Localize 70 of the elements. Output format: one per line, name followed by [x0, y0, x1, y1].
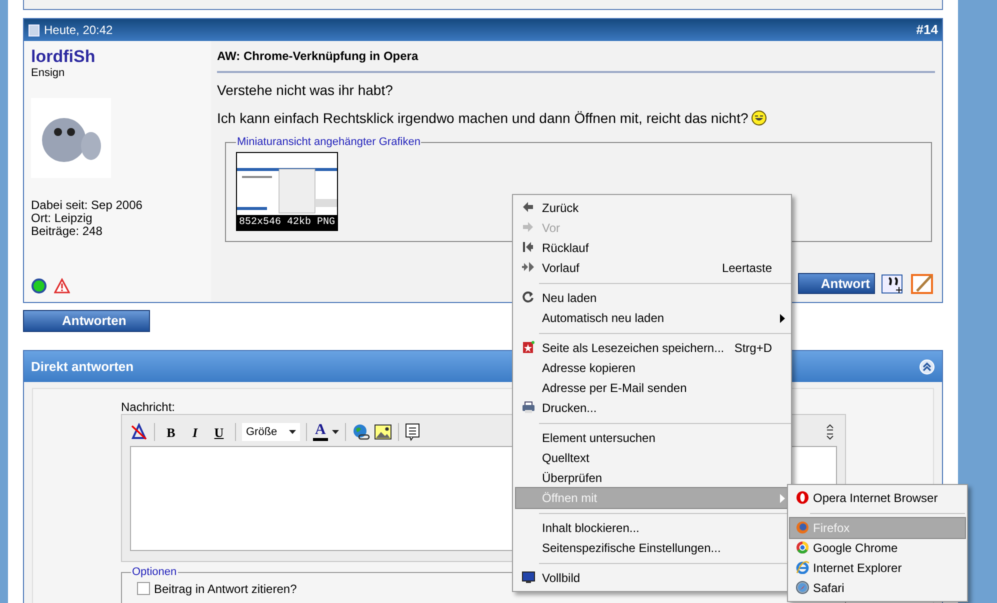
quote-icon[interactable] [404, 423, 421, 442]
user-stat: Ort: Leipzig [31, 212, 92, 225]
reply-button[interactable]: Antworten [23, 310, 150, 332]
menu-item[interactable]: Internet Explorer [790, 558, 965, 578]
post-text: Verstehe nicht was ihr habt? [217, 81, 393, 99]
collapse-icon[interactable] [919, 358, 935, 375]
menu-item[interactable]: Neu laden [516, 288, 791, 308]
reply-button[interactable]: Antwort [798, 273, 875, 294]
menu-item[interactable]: Element untersuchen [516, 428, 791, 448]
post-text: Ich kann einfach Rechtsklick irgendwo machen und dann Öffnen mit, reicht das nicht? [217, 109, 748, 127]
dropdown-caret-icon [332, 430, 339, 434]
warning-icon[interactable] [54, 278, 70, 294]
menu-item[interactable]: Zurück [516, 198, 791, 218]
edit-icon[interactable] [911, 273, 935, 294]
menu-item[interactable]: Opera Internet Browser [790, 488, 965, 508]
options-legend: Optionen [131, 564, 178, 581]
panel-title: Direkt antworten [31, 358, 134, 376]
user-stat: Beiträge: 248 [31, 225, 102, 238]
format-button[interactable]: B [161, 422, 181, 442]
menu-item[interactable]: Drucken... [516, 398, 791, 418]
attachment-legend: Miniaturansicht angehängter Grafiken [236, 134, 422, 150]
menu-icon [522, 341, 535, 354]
menu-icon [522, 221, 535, 234]
menu-icon [796, 521, 809, 534]
menu-icon [796, 581, 809, 594]
menu-item[interactable]: Automatisch neu laden [516, 308, 791, 328]
smiley-icon [751, 110, 768, 126]
menu-icon [522, 261, 535, 274]
image-icon[interactable] [374, 423, 392, 442]
checkbox[interactable] [137, 582, 150, 596]
format-button[interactable]: U [209, 422, 229, 442]
menu-item[interactable]: Adresse kopieren [516, 358, 791, 378]
menu-item[interactable]: Seitenspezifische Einstellungen... [516, 538, 791, 558]
menu-item[interactable]: Vorlauf Leertaste [516, 258, 791, 278]
dropdown-caret-icon [289, 430, 296, 434]
menu-item[interactable]: Seite als Lesezeichen speichern... Strg+D [516, 338, 791, 358]
menu-item[interactable]: Überprüfen [516, 468, 791, 488]
menu-icon [522, 571, 535, 584]
field-label: Nachricht: [121, 400, 176, 414]
checkbox-label: Beitrag in Antwort zitieren? [154, 582, 297, 596]
globe-link-icon[interactable] [352, 423, 370, 442]
menu-item[interactable]: Vollbild [516, 568, 791, 588]
menu-icon [522, 401, 535, 414]
menu-icon [796, 561, 809, 574]
menu-item[interactable]: Safari [790, 578, 965, 598]
menu-icon [522, 241, 535, 254]
username-link[interactable]: lordfiSh [31, 47, 96, 67]
menu-icon [522, 291, 535, 304]
post-number[interactable]: #14 [916, 20, 938, 40]
format-button[interactable]: I [185, 422, 205, 442]
remove-format-icon[interactable] [130, 423, 148, 442]
menu-item[interactable]: Google Chrome [790, 538, 965, 558]
post-date: Heute, 20:42 [44, 22, 113, 39]
menu-icon [796, 541, 809, 554]
attachment-thumbnail[interactable]: 852x546 42kb PNG [236, 152, 338, 230]
quote-icon[interactable] [881, 273, 905, 294]
menu-icon [522, 201, 535, 214]
font-color-button[interactable]: A [313, 422, 339, 442]
menu-item[interactable]: Inhalt blockieren... [516, 518, 791, 538]
menu-item[interactable]: Quelltext [516, 448, 791, 468]
document-icon [28, 24, 40, 36]
menu-item[interactable]: Rücklauf [516, 238, 791, 258]
menu-icon [796, 491, 809, 504]
user-stat: Dabei seit: Sep 2006 [31, 199, 142, 212]
thumbnail-caption: 852x546 42kb PNG [238, 216, 336, 230]
resize-arrows-icon[interactable] [826, 424, 834, 440]
user-rank: Ensign [31, 67, 65, 79]
size-select[interactable]: Größe [242, 423, 300, 442]
menu-item[interactable]: Adresse per E-Mail senden [516, 378, 791, 398]
post-title: AW: Chrome-Verknüpfung in Opera [217, 48, 418, 64]
